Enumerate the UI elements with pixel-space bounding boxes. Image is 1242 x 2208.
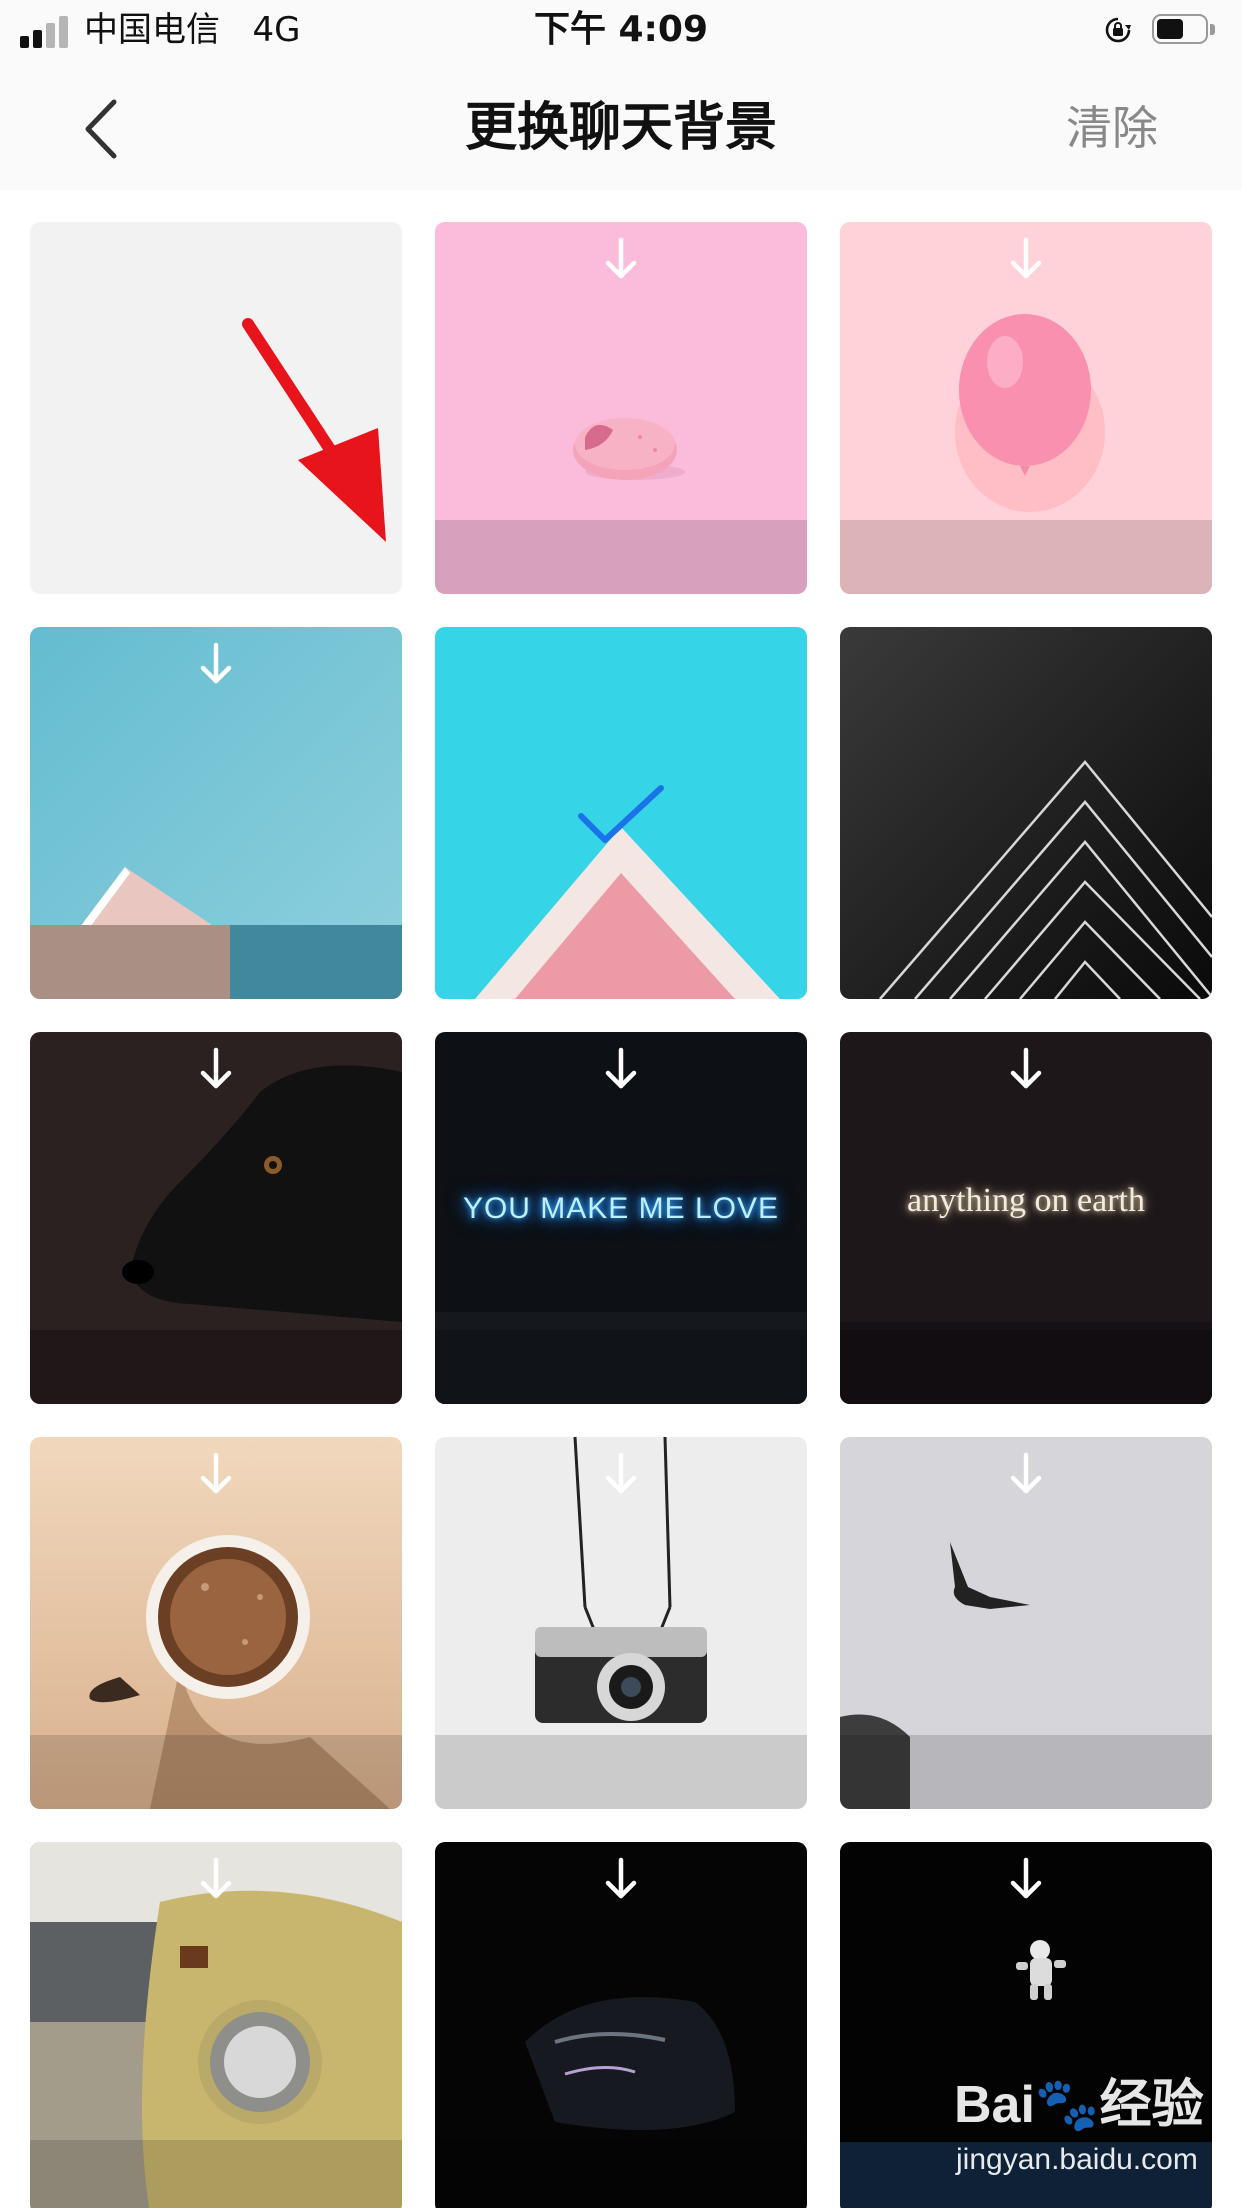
watermark-logo: Bai🐾经验 [954,2076,1204,2134]
download-bar [435,2140,807,2208]
wallpaper-tile-macaron[interactable] [435,222,807,594]
wallpaper-tile-pink-roof-selected[interactable] [435,627,807,999]
download-arrow-icon[interactable] [603,236,639,282]
wallpaper-tile-beetle[interactable] [30,1842,402,2208]
selected-check-icon [578,785,664,843]
wallpaper-tile-coffee[interactable] [30,1437,402,1809]
download-bar [30,925,402,999]
download-arrow-icon[interactable] [1008,1451,1044,1497]
battery-icon [1152,14,1216,46]
wallpaper-tile-dark-car[interactable] [435,1842,807,2208]
wallpaper-tile-dog[interactable] [30,1032,402,1404]
download-arrow-icon[interactable] [198,641,234,687]
download-arrow-icon[interactable] [1008,1856,1044,1902]
wallpaper-grid: YOU MAKE ME LOVE anything on earth [30,222,1212,2208]
wallpaper-tile-pyramid[interactable] [840,627,1212,999]
wallpaper-tile-camera[interactable] [435,1437,807,1809]
baidu-watermark: Bai🐾经验 jingyan.baidu.com [954,2072,1234,2192]
status-time: 下午 4:09 [533,9,709,50]
neon-sign-text: YOU MAKE ME LOVE [462,1192,780,1225]
wallpaper-blank-thumbnail [30,222,402,594]
download-arrow-icon[interactable] [603,1856,639,1902]
download-bar [30,2140,402,2208]
download-arrow-icon[interactable] [198,1046,234,1092]
download-arrow-icon[interactable] [198,1856,234,1902]
download-arrow-icon[interactable] [1008,1046,1044,1092]
download-bar [435,1735,807,1809]
wallpaper-tile-balloon[interactable] [840,222,1212,594]
wallpaper-tile-roof-sky[interactable] [30,627,402,999]
download-bar [30,1330,402,1404]
wallpaper-tile-neon-earth[interactable]: anything on earth [840,1032,1212,1404]
download-bar [435,1330,807,1404]
download-arrow-icon[interactable] [198,1451,234,1497]
download-bar [30,1735,402,1809]
download-bar [840,1735,1212,1809]
nav-bar: 更换聊天背景 清除 [0,62,1242,190]
orientation-lock-icon [1105,17,1131,43]
clear-button[interactable]: 清除 [1066,98,1158,158]
download-arrow-icon[interactable] [1008,236,1044,282]
wallpaper-tile-blank[interactable] [30,222,402,594]
download-bar [435,520,807,594]
watermark-url: jingyan.baidu.com [956,2143,1198,2176]
download-arrow-icon[interactable] [603,1046,639,1092]
wallpaper-tile-seagull[interactable] [840,1437,1212,1809]
page-title: 更换聊天背景 [464,98,777,158]
wallpaper-pyramid-thumbnail [840,627,1212,999]
status-bar: 中国电信 4G 下午 4:09 [0,0,1242,62]
neon-sign-text: anything on earth [907,1182,1145,1219]
wallpaper-tile-neon-love[interactable]: YOU MAKE ME LOVE [435,1032,807,1404]
download-bar [840,520,1212,594]
download-arrow-icon[interactable] [603,1451,639,1497]
download-bar [840,1330,1212,1404]
